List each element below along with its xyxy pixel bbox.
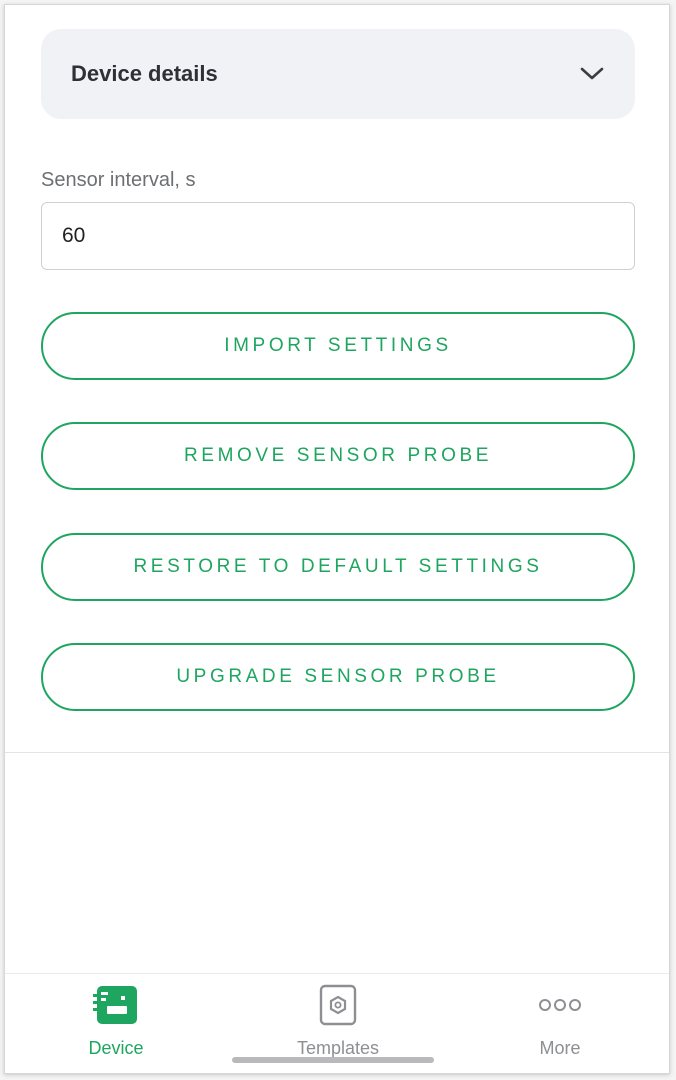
content-divider	[5, 752, 669, 753]
nav-label-more: More	[539, 1038, 581, 1058]
sensor-interval-input[interactable]	[41, 202, 635, 270]
device-details-accordion[interactable]: Device details	[41, 29, 635, 119]
nav-item-device[interactable]: Device	[5, 974, 227, 1073]
nav-label-device: Device	[88, 1038, 144, 1058]
templates-icon	[315, 982, 361, 1028]
import-settings-button[interactable]: IMPORT SETTINGS	[41, 312, 635, 380]
upgrade-sensor-probe-button[interactable]: UPGRADE SENSOR PROBE	[41, 643, 635, 711]
more-icon	[537, 982, 583, 1028]
remove-sensor-probe-button[interactable]: REMOVE SENSOR PROBE	[41, 422, 635, 490]
accordion-title: Device details	[71, 61, 218, 86]
home-indicator	[232, 1057, 434, 1063]
device-icon	[93, 982, 139, 1028]
nav-label-templates: Templates	[296, 1038, 380, 1058]
app-screen: Device details Sensor interval, s IMPORT…	[4, 4, 670, 1074]
chevron-down-icon	[579, 61, 605, 87]
restore-default-settings-button[interactable]: RESTORE TO DEFAULT SETTINGS	[41, 533, 635, 601]
sensor-interval-label: Sensor interval, s	[41, 169, 196, 191]
nav-item-more[interactable]: More	[449, 974, 669, 1073]
